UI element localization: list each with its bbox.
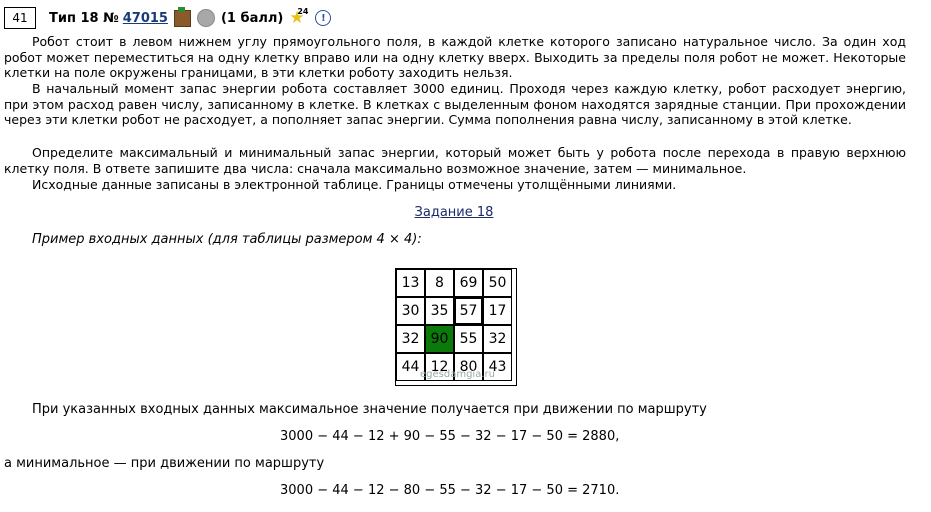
condition-paragraph-2: В начальный момент запас энергии робота …	[4, 81, 906, 128]
grid-cell-bordered: 57	[454, 297, 483, 325]
grid-cell: 13	[396, 269, 425, 297]
grid-cell: 30	[396, 297, 425, 325]
task-number: 41	[4, 7, 36, 29]
max-formula: 3000 − 44 − 12 + 90 − 55 − 32 − 17 − 50 …	[280, 429, 620, 444]
watermark: egesdamgia.ru	[420, 369, 495, 380]
condition-paragraph-3: Определите максимальный и минимальный за…	[4, 145, 906, 176]
grid-cell: 55	[454, 325, 483, 353]
star-count: 24	[297, 7, 309, 16]
task-type-label: Тип 18 №	[49, 10, 119, 26]
min-formula: 3000 − 44 − 12 − 80 − 55 − 32 − 17 − 50 …	[280, 483, 620, 498]
grid-cell: 69	[454, 269, 483, 297]
grid-cell: 32	[396, 325, 425, 353]
task-id-link[interactable]: 47015	[123, 11, 168, 26]
gray-circle-icon[interactable]	[196, 9, 215, 27]
min-intro-text: а минимальное — при движении по маршруту	[4, 456, 325, 471]
info-icon[interactable]: !	[315, 10, 332, 26]
grid-cell: 50	[483, 269, 512, 297]
condition-paragraph-4: Исходные данные записаны в электронной т…	[32, 177, 677, 192]
grid-cell: 32	[483, 325, 512, 353]
box-icon[interactable]	[173, 6, 191, 27]
star-icon[interactable]: ★ 24	[289, 7, 308, 27]
grid-cell-charging: 90	[425, 325, 454, 353]
grid-cell: 35	[425, 297, 454, 325]
task18-link[interactable]: Задание 18	[0, 205, 908, 220]
max-intro-text: При указанных входных данных максимально…	[32, 402, 707, 417]
grid-cell: 8	[425, 269, 454, 297]
example-label: Пример входных данных (для таблицы разме…	[32, 232, 422, 247]
task-header: 41 Тип 18 № 47015 (1 балл) ★ 24 !	[4, 6, 332, 30]
grid-cell: 17	[483, 297, 512, 325]
condition-paragraph-1: Робот стоит в левом нижнем углу прямоуго…	[4, 34, 906, 81]
points-label: (1 балл)	[220, 10, 284, 26]
